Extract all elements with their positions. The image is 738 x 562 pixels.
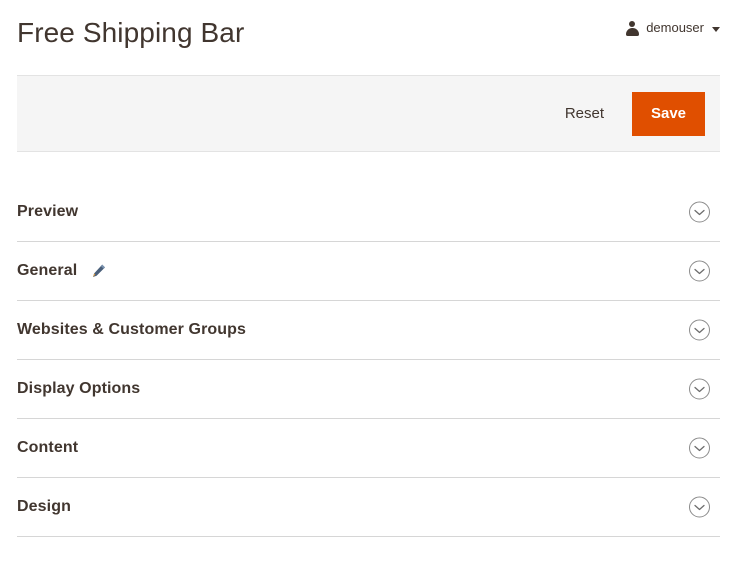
section-title: Content (17, 438, 78, 458)
chevron-down-circle-icon[interactable] (689, 379, 710, 400)
section-row-websites-customer-groups[interactable]: Websites & Customer Groups (17, 301, 720, 360)
section-title: Design (17, 497, 71, 517)
chevron-down-circle-icon[interactable] (689, 202, 710, 223)
page-actions-toolbar: Reset Save (17, 75, 720, 152)
page-title: Free Shipping Bar (17, 14, 244, 52)
section-title: Display Options (17, 379, 140, 399)
account-menu[interactable]: demouser (625, 18, 720, 38)
user-icon (625, 21, 639, 36)
section-row-general[interactable]: General (17, 242, 720, 301)
section-row-display-options[interactable]: Display Options (17, 360, 720, 419)
reset-button[interactable]: Reset (555, 98, 614, 130)
chevron-down-circle-icon[interactable] (689, 438, 710, 459)
section-row-content[interactable]: Content (17, 419, 720, 478)
page-header: Free Shipping Bar demouser (0, 0, 738, 75)
section-row-preview[interactable]: Preview (17, 183, 720, 242)
collapsible-sections: Preview General Websites & Customer Grou… (17, 183, 720, 537)
pencil-icon[interactable] (91, 263, 107, 279)
section-title: Preview (17, 202, 78, 222)
chevron-down-circle-icon[interactable] (689, 320, 710, 341)
chevron-down-circle-icon[interactable] (689, 497, 710, 518)
chevron-down-circle-icon[interactable] (689, 261, 710, 282)
section-title: General (17, 261, 77, 281)
section-row-design[interactable]: Design (17, 478, 720, 537)
save-button[interactable]: Save (632, 92, 705, 136)
chevron-down-icon (712, 27, 720, 32)
section-title: Websites & Customer Groups (17, 320, 246, 340)
account-name: demouser (646, 20, 704, 36)
